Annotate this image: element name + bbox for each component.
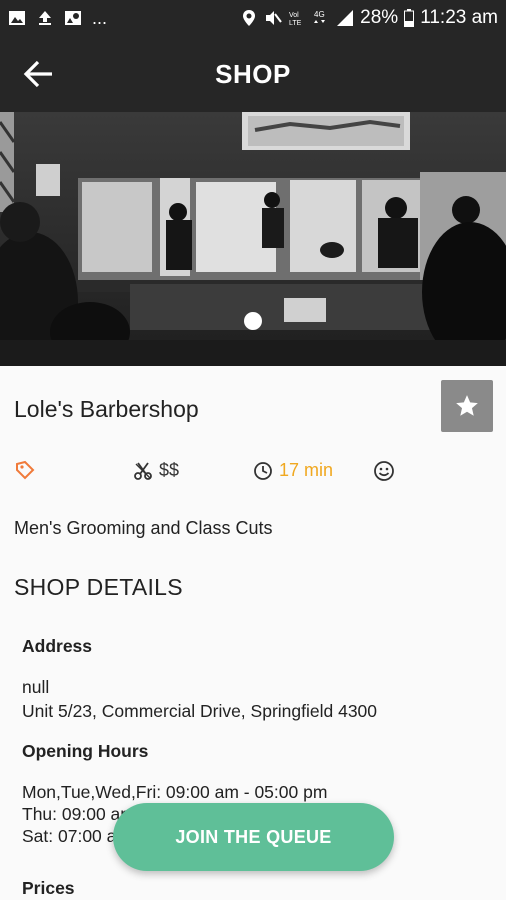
status-time: 11:23 am (420, 7, 498, 28)
smiley-icon (374, 461, 394, 481)
star-icon (456, 395, 478, 416)
tag-item (14, 460, 36, 480)
4g-icon: 4G (314, 10, 326, 23)
tag-icon (16, 460, 35, 480)
shop-tagline: Men's Grooming and Class Cuts (14, 518, 273, 538)
clock-icon (254, 461, 272, 480)
shop-name: Lole's Barbershop (14, 396, 199, 422)
signal-icon (337, 10, 354, 26)
image-icon (9, 11, 25, 25)
svg-text:LTE: LTE (289, 20, 302, 27)
battery-percent: 28% (360, 7, 399, 28)
join-queue-button[interactable]: JOIN THE QUEUE (113, 803, 394, 871)
app-bar: SHOP (0, 36, 506, 112)
wait-item: 17 min (253, 460, 333, 481)
volte-icon: VolLTE (289, 12, 302, 27)
prices-label: Prices (22, 878, 75, 898)
carousel-page-indicator (244, 312, 262, 330)
location-icon (243, 10, 256, 26)
status-more: ... (92, 7, 108, 28)
mute-icon (266, 11, 282, 25)
svg-text:Vol: Vol (289, 12, 299, 19)
svg-text:4G: 4G (314, 10, 325, 19)
shop-details-heading: SHOP DETAILS (14, 574, 183, 600)
price-item: $$ (133, 460, 179, 481)
status-bar: ... Vol LTE 4G 28% 11:23 am (0, 0, 506, 36)
page-title: SHOP (215, 58, 291, 89)
wait-time: 17 min (279, 460, 334, 480)
address-line-1: null (22, 677, 50, 697)
upload-icon (39, 11, 51, 25)
scissors-icon (134, 461, 152, 480)
favorite-button[interactable] (441, 380, 493, 432)
shop-info-row: $$ 17 min (0, 460, 506, 490)
opening-hours-label: Opening Hours (22, 741, 149, 761)
rating-item (373, 460, 395, 482)
address-label: Address (22, 636, 93, 656)
hours-line-1: Mon,Tue,Wed,Fri: 09:00 am - 05:00 pm (22, 782, 328, 802)
download-icon (65, 11, 81, 25)
battery-icon (404, 9, 415, 27)
address-line-2: Unit 5/23, Commercial Drive, Springfield… (22, 701, 378, 721)
price-level: $$ (159, 460, 180, 480)
